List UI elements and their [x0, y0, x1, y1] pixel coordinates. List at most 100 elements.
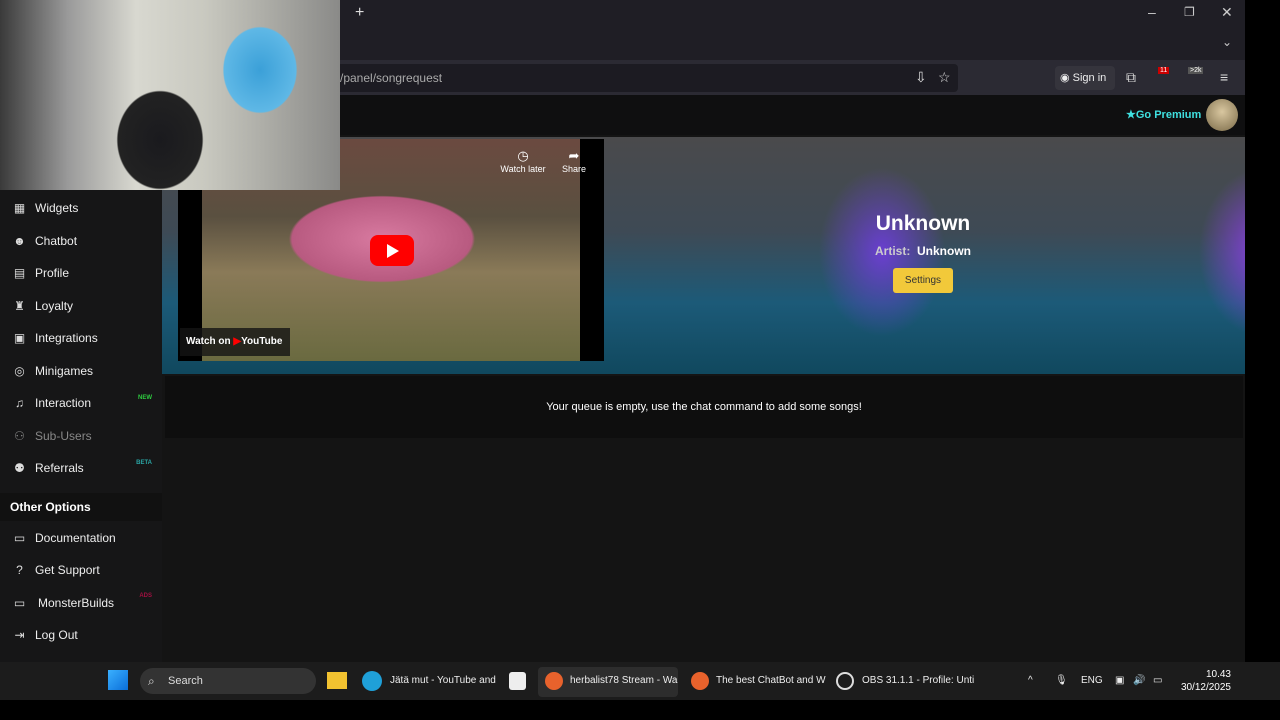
taskbar-app[interactable]: OBS 31.1.1 - Profile: Unti: [862, 675, 974, 686]
widgets-icon: ▦: [13, 201, 26, 215]
sign-in-label: Sign in: [1072, 72, 1107, 84]
taskbar-app[interactable]: herbalist78 Stream - Wa: [570, 675, 677, 686]
address-bar[interactable]: /panel/songrequest: [330, 64, 958, 92]
sidebar-item-chatbot[interactable]: ☻ Chatbot: [0, 226, 162, 256]
label: Watch later: [500, 164, 546, 174]
sidebar: ▦ Widgets ☻ Chatbot ▤ Profile ♜ Loyalty ▣ Int…: [0, 135, 162, 662]
webcam-overlay: [0, 0, 340, 190]
firefox-icon[interactable]: [691, 672, 709, 690]
music-icon: ♫: [15, 396, 24, 410]
sidebar-item-log-out[interactable]: ⇥ Log Out: [0, 620, 162, 650]
sidebar-item-sub-users[interactable]: ⚇ Sub-Users: [0, 421, 162, 451]
obs-icon[interactable]: [836, 672, 854, 690]
artist-row: Artist: Unknown: [823, 244, 1023, 258]
taskbar-search[interactable]: Search: [140, 668, 316, 694]
sidebar-item-profile[interactable]: ▤ Profile: [0, 258, 162, 288]
other-options-heading: Other Options: [0, 493, 162, 521]
label: Interaction: [35, 396, 92, 410]
share-icon: ➦: [568, 148, 580, 163]
label: Loyalty: [35, 299, 74, 313]
label: Chatbot: [35, 234, 78, 248]
battery-icon[interactable]: ▭: [1153, 675, 1162, 686]
beta-badge: BETA: [136, 460, 152, 466]
premium-label: Go Premium: [1135, 109, 1202, 121]
question-icon: ?: [16, 563, 23, 577]
tab-list-chevron-icon[interactable]: ⌄: [1222, 35, 1232, 49]
label: Documentation: [35, 531, 116, 545]
share-button[interactable]: ➦ Share: [558, 148, 590, 174]
sidebar-item-monsterbuilds[interactable]: ▭ MonsterBuilds ADS: [0, 588, 162, 618]
sidebar-item-documentation[interactable]: ▭ Documentation: [0, 523, 162, 553]
ads-badge: ADS: [139, 593, 152, 599]
extension-badge[interactable]: >2k: [1188, 67, 1204, 74]
label: Integrations: [35, 331, 98, 345]
taskbar-app[interactable]: Jätä mut - YouTube and: [390, 675, 496, 686]
gamepad-icon: ◎: [14, 364, 25, 378]
youtube-label: YouTube: [241, 336, 283, 347]
avatar[interactable]: [1206, 99, 1238, 131]
minimize-button[interactable]: –: [1148, 4, 1156, 20]
label: Share: [561, 164, 587, 174]
label: Sub-Users: [35, 429, 92, 443]
search-icon: ⌕: [148, 674, 155, 688]
integrations-icon: ▣: [13, 331, 26, 345]
youtube-logo: ▶: [233, 336, 242, 347]
artist-value: Unknown: [917, 244, 971, 258]
logout-icon: ⇥: [14, 628, 25, 642]
extensions-icon[interactable]: ⧉: [1126, 69, 1136, 86]
new-badge: NEW: [138, 395, 152, 401]
label: Get Support: [35, 563, 100, 577]
laptop-icon: ▭: [13, 596, 26, 610]
volume-icon[interactable]: 🔊: [1133, 675, 1145, 686]
users-icon: ⚉: [14, 461, 25, 475]
account-icon: ◉: [1060, 72, 1073, 84]
sidebar-item-widgets[interactable]: ▦ Widgets: [0, 193, 162, 223]
id-card-icon: ▤: [13, 266, 26, 280]
sidebar-item-referrals[interactable]: ⚉ Referrals BETA: [0, 453, 162, 483]
settings-button[interactable]: Settings: [893, 268, 953, 293]
label: Minigames: [35, 364, 94, 378]
watch-on-youtube-button[interactable]: Watch on ▶YouTube: [180, 328, 290, 356]
microphone-icon[interactable]: 🎙: [1055, 675, 1068, 686]
scroll-icon: ▭: [13, 531, 26, 545]
tray-chevron-icon[interactable]: ^: [1028, 675, 1033, 686]
queue-empty-message: Your queue is empty, use the chat comman…: [165, 376, 1243, 438]
download-icon[interactable]: ⇩: [915, 69, 927, 86]
label: Watch on: [186, 336, 231, 347]
restore-button[interactable]: ❐: [1184, 5, 1195, 19]
sidebar-item-get-support[interactable]: ? Get Support: [0, 555, 162, 585]
menu-icon[interactable]: ≡: [1220, 69, 1228, 85]
close-button[interactable]: ✕: [1221, 4, 1233, 21]
sidebar-item-loyalty[interactable]: ♜ Loyalty: [0, 291, 162, 321]
taskbar-app[interactable]: The best ChatBot and W: [716, 675, 826, 686]
sidebar-item-integrations[interactable]: ▣ Integrations: [0, 323, 162, 353]
sidebar-item-interaction[interactable]: ♫ Interaction NEW: [0, 388, 162, 418]
go-premium-link[interactable]: ★Go Premium: [1126, 108, 1201, 121]
artist-label: Artist:: [874, 244, 911, 258]
label: Widgets: [35, 201, 79, 215]
windows-start-icon[interactable]: [108, 670, 128, 690]
bookmark-star-icon[interactable]: ☆: [938, 69, 951, 86]
label: Log Out: [35, 628, 78, 642]
label: MonsterBuilds: [38, 596, 115, 610]
edge-icon[interactable]: [362, 671, 382, 691]
new-tab-button[interactable]: +: [355, 4, 364, 22]
label: Referrals: [35, 461, 84, 475]
label: Profile: [35, 266, 70, 280]
clock-icon: ◷: [517, 148, 529, 163]
firefox-icon: [545, 672, 563, 690]
robot-icon: ☻: [13, 234, 26, 248]
clock[interactable]: 10.43 30/12/2025: [1176, 668, 1231, 694]
extension-badge[interactable]: 11: [1158, 67, 1170, 74]
date: 30/12/2025: [1180, 682, 1231, 693]
file-explorer-icon[interactable]: [327, 672, 347, 689]
sidebar-item-minigames[interactable]: ◎ Minigames: [0, 356, 162, 386]
song-title: Unknown: [875, 212, 971, 235]
sign-in-button[interactable]: ◉ Sign in: [1055, 66, 1115, 90]
watch-later-button[interactable]: ◷ Watch later: [498, 148, 548, 174]
network-icon[interactable]: ▣: [1115, 675, 1124, 686]
star-icon: ★: [1126, 109, 1136, 121]
language-indicator[interactable]: ENG: [1081, 675, 1103, 686]
store-icon[interactable]: [509, 672, 526, 690]
play-button[interactable]: [370, 235, 414, 266]
